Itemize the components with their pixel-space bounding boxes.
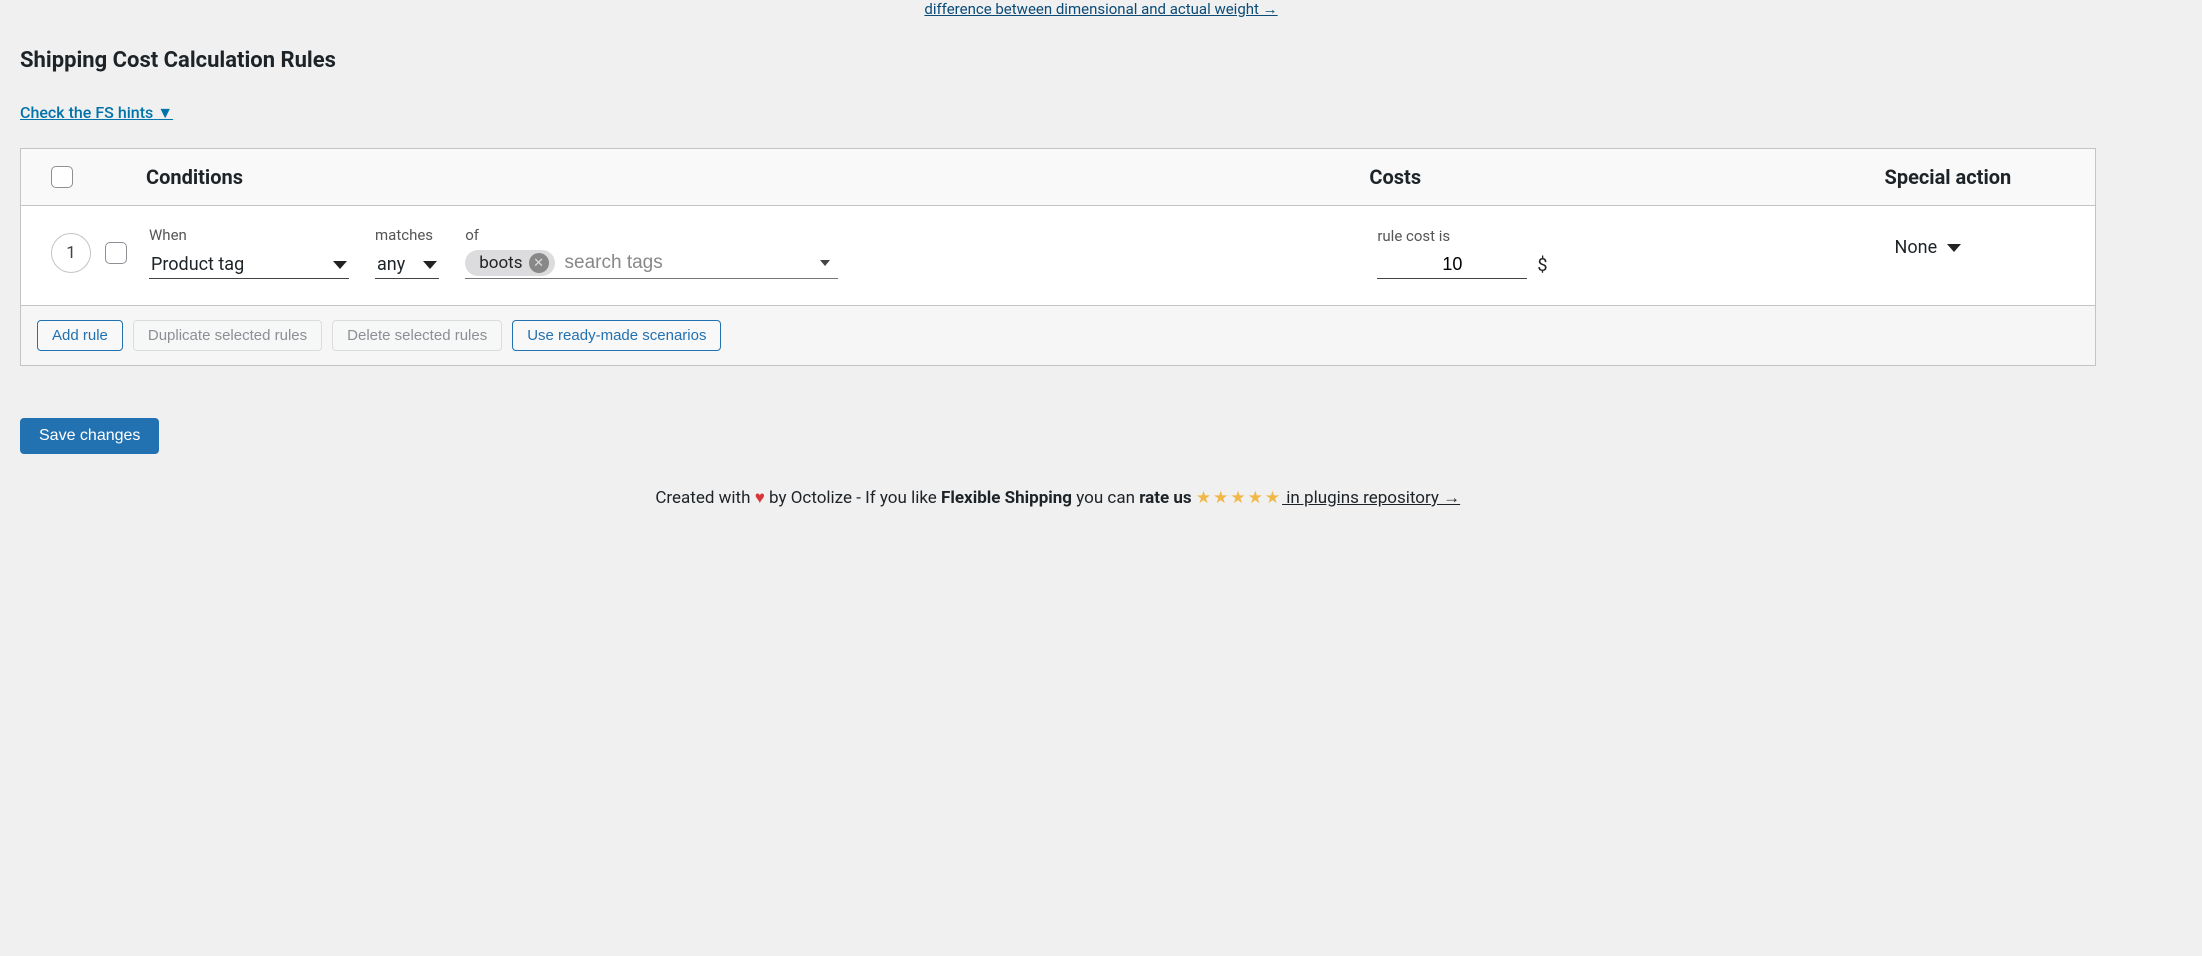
hints-link-text: Check the FS hints: [20, 103, 153, 122]
fs-hints-link[interactable]: Check the FS hints ▼: [20, 103, 173, 123]
duplicate-rules-button[interactable]: Duplicate selected rules: [133, 320, 322, 351]
remove-tag-icon[interactable]: ✕: [529, 253, 549, 273]
stars-icon: ★★★★★: [1196, 488, 1282, 508]
cost-input[interactable]: [1377, 251, 1527, 279]
rule-cost-label: rule cost is: [1377, 227, 1894, 245]
row-select-checkbox[interactable]: [105, 242, 127, 264]
special-action-value: None: [1895, 237, 1938, 258]
save-changes-button[interactable]: Save changes: [20, 418, 159, 454]
chevron-down-icon: [333, 261, 347, 269]
footer-credit: Created with ♥ by Octolize - If you like…: [20, 488, 2096, 508]
special-action-select[interactable]: None: [1895, 237, 1962, 258]
when-label: When: [149, 226, 349, 244]
caret-down-icon: ▼: [157, 103, 173, 122]
header-special-action: Special action: [1885, 165, 2065, 189]
rule-row: 1 When Product tag matches any of: [21, 206, 2095, 305]
plugins-repository-link[interactable]: in plugins repository →: [1282, 488, 1460, 508]
of-label: of: [465, 226, 837, 244]
special-action-group: None: [1895, 237, 2065, 268]
tags-input-area[interactable]: boots ✕: [465, 250, 837, 279]
rules-table-header: Conditions Costs Special action: [21, 149, 2095, 206]
costs-group: rule cost is $: [1377, 227, 1894, 279]
section-title: Shipping Cost Calculation Rules: [20, 48, 2182, 73]
matches-select[interactable]: any: [375, 250, 439, 279]
tag-text: boots: [479, 253, 522, 273]
rules-panel: Conditions Costs Special action 1 When P…: [20, 148, 2096, 366]
heart-icon: ♥: [755, 488, 765, 508]
add-rule-button[interactable]: Add rule: [37, 320, 123, 351]
when-select[interactable]: Product tag: [149, 250, 349, 279]
chevron-down-icon[interactable]: [820, 260, 830, 266]
chevron-down-icon: [1947, 244, 1961, 252]
tag-pill: boots ✕: [465, 250, 554, 276]
conditions-group: When Product tag matches any of boots: [149, 226, 1377, 279]
row-number-badge[interactable]: 1: [51, 233, 91, 273]
search-tags-input[interactable]: [565, 252, 810, 274]
when-select-value: Product tag: [151, 254, 244, 275]
currency-symbol: $: [1537, 255, 1547, 279]
select-all-checkbox[interactable]: [51, 166, 73, 188]
delete-rules-button[interactable]: Delete selected rules: [332, 320, 502, 351]
chevron-down-icon: [423, 261, 437, 269]
rules-actions-bar: Add rule Duplicate selected rules Delete…: [21, 305, 2095, 365]
header-costs: Costs: [1369, 165, 1884, 189]
use-scenarios-button[interactable]: Use ready-made scenarios: [512, 320, 721, 351]
top-help-link-partial: difference between dimensional and actua…: [20, 0, 2182, 48]
matches-label: matches: [375, 226, 439, 244]
header-conditions: Conditions: [146, 165, 1369, 189]
matches-select-value: any: [377, 254, 405, 275]
